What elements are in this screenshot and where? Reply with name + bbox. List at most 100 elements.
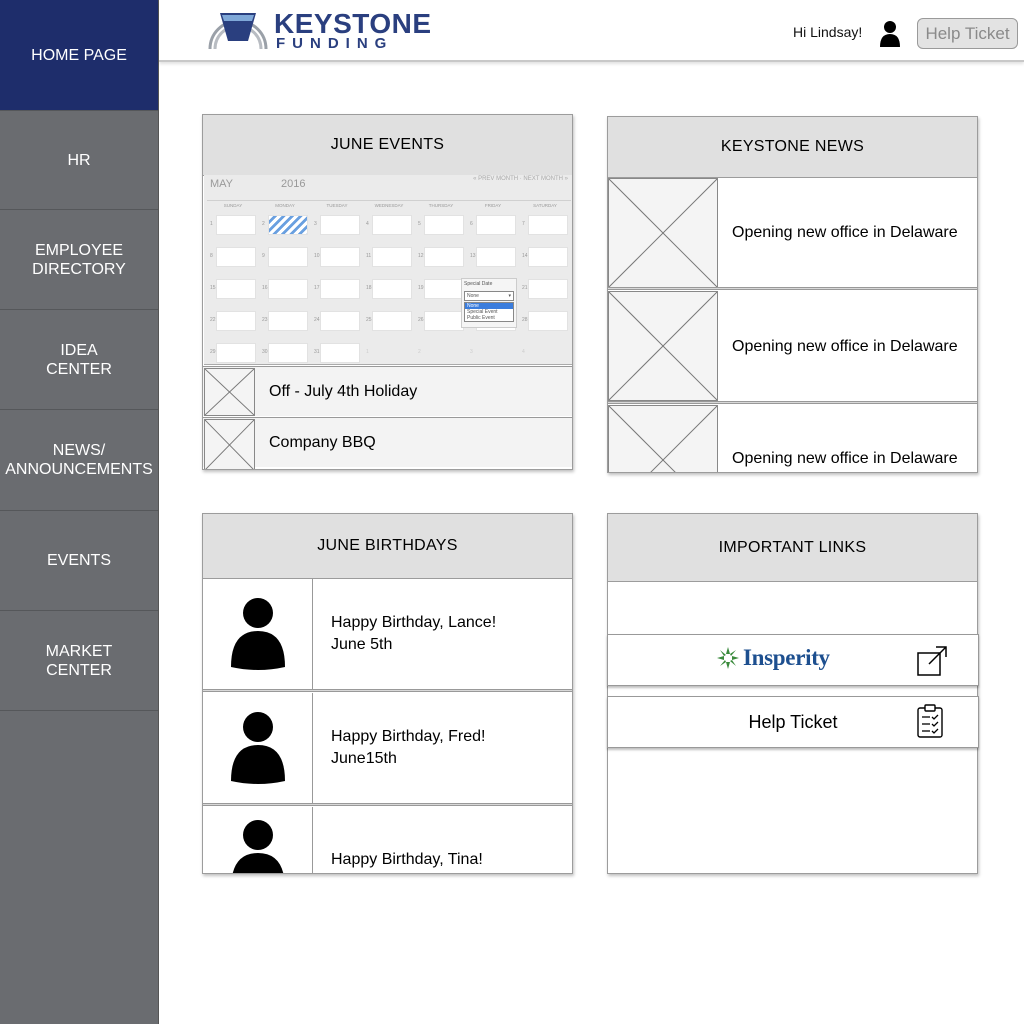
help-ticket-button[interactable]: Help Ticket: [917, 18, 1018, 49]
calendar-day-cell[interactable]: 22: [207, 307, 259, 339]
calendar-day-cell[interactable]: 30: [259, 339, 311, 364]
calendar-day-cell[interactable]: 26: [415, 307, 467, 339]
calendar-day-cell[interactable]: 17: [311, 275, 363, 307]
nav-news-announcements[interactable]: NEWS/ ANNOUNCEMENTS: [0, 410, 158, 511]
news-headline: Opening new office in Delaware: [732, 450, 958, 467]
calendar-day-cell[interactable]: 2: [415, 339, 467, 364]
birthday-date: June15th: [331, 750, 397, 767]
calendar-day-number: 2: [262, 221, 265, 227]
calendar-day-box: [216, 247, 256, 267]
calendar-day-cell[interactable]: 23: [259, 307, 311, 339]
calendar-day-cell[interactable]: 31: [311, 339, 363, 364]
calendar-day-cell[interactable]: 19: [415, 275, 467, 307]
insperity-wordmark: Insperity: [743, 645, 830, 670]
nav-hr[interactable]: HR: [0, 111, 158, 210]
calendar-day-number: 9: [262, 253, 265, 259]
important-links-title: IMPORTANT LINKS: [608, 514, 977, 582]
special-date-dropdown[interactable]: Special Date None ▾ None Special Event P…: [461, 278, 517, 328]
news-image-placeholder-icon: [608, 291, 718, 401]
event-item[interactable]: Company BBQ: [203, 417, 572, 469]
nav-idea-center[interactable]: IDEA CENTER: [0, 310, 158, 410]
event-label: Company BBQ: [269, 433, 376, 451]
row-divider: [203, 689, 572, 692]
calendar-day-cell[interactable]: 2: [259, 211, 311, 243]
calendar-day-cell[interactable]: 15: [207, 275, 259, 307]
event-item[interactable]: Off - July 4th Holiday: [203, 366, 572, 416]
company-logo[interactable]: KEYSTONE FUNDING: [206, 9, 431, 53]
calendar-day-cell[interactable]: 6: [467, 211, 519, 243]
sidebar: HOME PAGE HR EMPLOYEE DIRECTORY IDEA CEN…: [0, 0, 159, 1024]
calendar-day-cell[interactable]: 4: [519, 339, 571, 364]
calendar-day-box: [216, 279, 256, 299]
news-item[interactable]: Opening new office in Delaware: [608, 178, 977, 288]
calendar-day-number: 3: [470, 349, 473, 355]
calendar-year-select[interactable]: 2016: [281, 178, 305, 190]
calendar-day-box: [320, 247, 360, 267]
calendar-day-number: 5: [418, 221, 421, 227]
nav-events[interactable]: EVENTS: [0, 511, 158, 611]
calendar-day-cell[interactable]: 28: [519, 307, 571, 339]
calendar-day-number: 19: [418, 285, 424, 291]
person-avatar-icon: [231, 598, 285, 670]
news-item[interactable]: Opening new office in Delaware: [608, 291, 977, 401]
calendar-day-cell[interactable]: 9: [259, 243, 311, 275]
nav-home-page[interactable]: HOME PAGE: [0, 0, 158, 111]
calendar-day-cell[interactable]: 13: [467, 243, 519, 275]
calendar-day-cell[interactable]: 12: [415, 243, 467, 275]
news-image-placeholder-icon: [608, 178, 718, 288]
calendar-day-cell[interactable]: 3: [311, 211, 363, 243]
birthday-greeting: Happy Birthday, Lance!: [331, 614, 497, 631]
calendar-day-cell[interactable]: 1: [207, 211, 259, 243]
calendar-nav[interactable]: « PREV MONTH · NEXT MONTH »: [473, 176, 568, 182]
calendar-day-cell[interactable]: 3: [467, 339, 519, 364]
nav-employee-directory[interactable]: EMPLOYEE DIRECTORY: [0, 210, 158, 310]
calendar-day-box: [372, 279, 412, 299]
user-profile-icon[interactable]: [879, 20, 901, 48]
event-image-placeholder-icon: [204, 368, 255, 416]
calendar-day-cell[interactable]: 24: [311, 307, 363, 339]
calendar-month-select[interactable]: MAY: [210, 178, 233, 190]
person-avatar-icon: [232, 820, 284, 873]
calendar-day-cell[interactable]: 7: [519, 211, 571, 243]
calendar-day-cell[interactable]: 1: [363, 339, 415, 364]
chevron-down-icon: ▾: [508, 293, 511, 299]
calendar-day-cell[interactable]: 25: [363, 307, 415, 339]
calendar-day-cell[interactable]: 16: [259, 275, 311, 307]
insperity-logo: Insperity: [716, 645, 830, 671]
news-item[interactable]: Opening new office in Delaware: [608, 405, 977, 472]
clipboard-checklist-icon: [917, 704, 943, 738]
calendar-week-row: 8 9 10 11 12 13 14: [207, 243, 571, 275]
special-date-select[interactable]: None ▾: [464, 291, 514, 301]
calendar-day-cell[interactable]: 29: [207, 339, 259, 364]
row-divider: [608, 401, 977, 404]
calendar-day-cell[interactable]: 11: [363, 243, 415, 275]
calendar-weekday-label: SUNDAY: [207, 200, 259, 210]
calendar-day-box: [320, 215, 360, 235]
birthday-item[interactable]: Happy Birthday, Lance! June 5th: [203, 579, 572, 689]
calendar-day-box: [424, 279, 464, 299]
calendar-day-cell[interactable]: 21: [519, 275, 571, 307]
calendar-day-cell[interactable]: 5: [415, 211, 467, 243]
calendar-day-box: [372, 247, 412, 267]
calendar-day-number: 11: [366, 253, 372, 259]
calendar-day-cell[interactable]: 14: [519, 243, 571, 275]
insperity-link[interactable]: Insperity: [607, 634, 979, 686]
news-image-placeholder-icon: [608, 405, 718, 472]
birthday-item[interactable]: Happy Birthday, Fred! June15th: [203, 693, 572, 803]
calendar-day-cell[interactable]: 10: [311, 243, 363, 275]
calendar-day-cell[interactable]: 4: [363, 211, 415, 243]
birthday-item[interactable]: Happy Birthday, Tina!: [203, 807, 572, 873]
calendar-day-number: 2: [418, 349, 421, 355]
calendar-day-box: [528, 279, 568, 299]
calendar-day-number: 15: [210, 285, 216, 291]
event-calendar[interactable]: MAY 2016 « PREV MONTH · NEXT MONTH » SUN…: [204, 175, 572, 365]
calendar-day-cell[interactable]: 18: [363, 275, 415, 307]
calendar-day-cell[interactable]: 8: [207, 243, 259, 275]
calendar-weekday-label: TUESDAY: [311, 200, 363, 210]
important-links-panel: IMPORTANT LINKS Insperity Help Ticket: [607, 513, 979, 874]
option-public-event[interactable]: Public Event: [465, 315, 513, 321]
birthday-avatar-cell: [203, 579, 313, 689]
nav-market-center[interactable]: MARKET CENTER: [0, 611, 158, 711]
help-ticket-link[interactable]: Help Ticket: [607, 696, 979, 748]
logo-word-funding: FUNDING: [276, 35, 394, 52]
